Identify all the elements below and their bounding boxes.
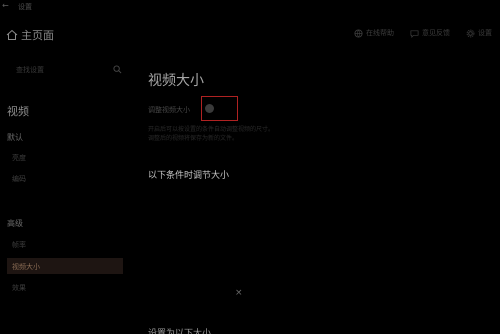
sidebar-item-video-size[interactable]: 视频大小 (7, 258, 123, 274)
home-icon (6, 29, 18, 40)
header-actions: 在线帮助 意见反馈 设置 (354, 28, 492, 38)
target-size-heading: 设置为以下大小 (148, 329, 212, 334)
online-help-label: 在线帮助 (366, 29, 394, 37)
home-link[interactable]: 主页面 (6, 27, 54, 43)
sidebar-item-framerate[interactable]: 帧率 (12, 240, 26, 250)
chat-icon (410, 29, 419, 38)
nav-group-default: 默认 (7, 133, 23, 142)
page-title: 视频大小 (148, 73, 204, 89)
home-label: 主页面 (21, 29, 54, 42)
globe-icon (354, 28, 363, 38)
description-line-2: 调整后的视频将保存为新的文件。 (148, 135, 239, 142)
window-title: 设置 (18, 3, 32, 11)
search-input[interactable]: 查找设置 (6, 63, 124, 77)
search-placeholder: 查找设置 (16, 66, 44, 74)
back-arrow-icon[interactable]: ← (2, 1, 9, 10)
feedback-label: 意见反馈 (422, 29, 450, 37)
close-icon[interactable]: × (235, 288, 243, 298)
resize-toggle-label: 调整视频大小 (148, 106, 190, 114)
gear-icon (466, 29, 475, 37)
settings-label: 设置 (478, 29, 492, 37)
settings-button[interactable]: 设置 (466, 28, 492, 38)
sidebar-item-encoding[interactable]: 编码 (12, 174, 26, 184)
description-line-1: 开启后可以按设置的条件自动调整视频的尺寸。 (148, 126, 275, 133)
resize-toggle-switch[interactable] (205, 104, 214, 113)
title-bar: ← 设置 (0, 0, 500, 14)
conditions-heading: 以下条件时调节大小 (148, 171, 230, 181)
feedback-button[interactable]: 意见反馈 (410, 28, 450, 38)
sidebar-item-brightness[interactable]: 亮度 (12, 153, 26, 163)
search-icon[interactable] (113, 65, 122, 74)
sidebar-item-effects[interactable]: 效果 (12, 283, 26, 293)
online-help-button[interactable]: 在线帮助 (354, 28, 394, 38)
nav-group-advanced: 高级 (7, 219, 23, 228)
sidebar-section-title: 视频 (7, 105, 29, 118)
